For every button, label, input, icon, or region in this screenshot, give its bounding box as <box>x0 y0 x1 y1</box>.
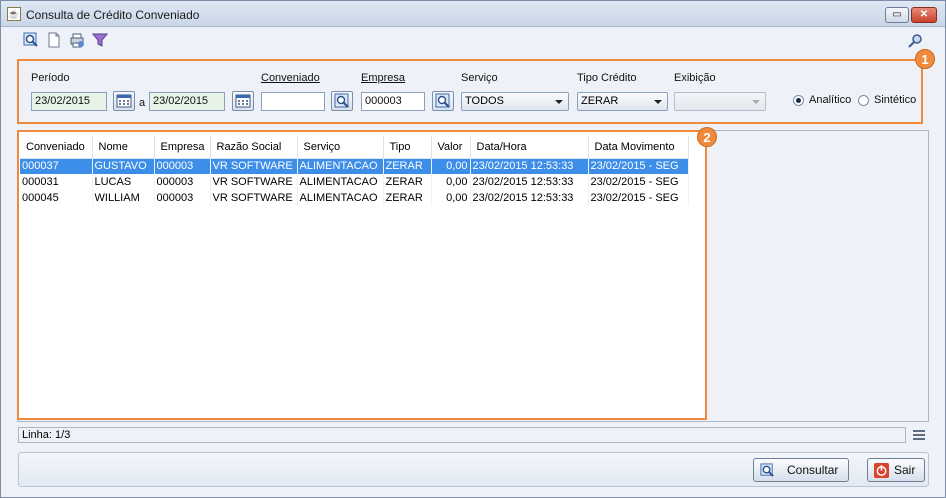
sintetico-radio[interactable] <box>858 95 869 106</box>
key-icon[interactable] <box>907 33 923 49</box>
chevron-down-icon <box>752 100 760 104</box>
restore-button[interactable]: ▭ <box>885 7 909 23</box>
column-header[interactable]: Valor <box>431 136 471 159</box>
table-cell: 0,00 <box>431 190 471 206</box>
panel-badge-2: 2 <box>697 127 717 147</box>
servico-select-value: TODOS <box>465 95 504 107</box>
table-cell: WILLIAM <box>92 190 155 206</box>
servico-select[interactable]: TODOS <box>461 92 569 111</box>
sair-button[interactable]: Sair <box>867 458 925 482</box>
search-icon <box>760 463 774 477</box>
date-from-calendar-button[interactable] <box>113 91 135 111</box>
table-cell: 23/02/2015 - SEG <box>588 158 689 174</box>
table-cell: LUCAS <box>92 174 155 190</box>
column-header[interactable]: Razão Social <box>210 136 298 159</box>
main-window: ☕ Consulta de Crédito Conveniado ▭ ✕ 1 P… <box>0 0 946 498</box>
table-cell: 000003 <box>154 190 211 206</box>
table-cell: 0,00 <box>431 158 471 174</box>
java-app-icon: ☕ <box>7 7 21 21</box>
results-panel: Conveniado Nome Empresa Razão Social Ser… <box>17 130 707 420</box>
date-from-field[interactable]: 23/02/2015 <box>31 92 107 111</box>
status-line: Linha: 1/3 <box>18 427 906 443</box>
calendar-icon <box>235 94 251 108</box>
date-separator: a <box>139 97 146 109</box>
table-row[interactable]: 000045 WILLIAM 000003 VR SOFTWARE ALIMEN… <box>20 190 689 206</box>
consultar-button[interactable]: Consultar <box>753 458 849 482</box>
conveniado-lookup-button[interactable] <box>331 91 353 111</box>
table-cell: 000045 <box>20 190 93 206</box>
periodo-label: Período <box>31 72 70 84</box>
date-to-field[interactable]: 23/02/2015 <box>149 92 225 111</box>
table-cell: VR SOFTWARE <box>210 190 298 206</box>
close-button[interactable]: ✕ <box>911 7 937 23</box>
filter-icon[interactable] <box>92 32 108 48</box>
table-cell: VR SOFTWARE <box>210 174 298 190</box>
chevron-down-icon <box>555 100 563 104</box>
table-cell: GUSTAVO <box>92 158 155 174</box>
power-icon <box>874 463 889 478</box>
table-cell: 23/02/2015 12:53:33 <box>470 174 589 190</box>
tipo-credito-select-value: ZERAR <box>581 95 619 107</box>
sintetico-label: Sintético <box>874 94 917 106</box>
results-table: Conveniado Nome Empresa Razão Social Ser… <box>20 136 689 206</box>
conveniado-field[interactable] <box>261 92 325 111</box>
column-header[interactable]: Conveniado <box>20 136 93 159</box>
column-header[interactable]: Nome <box>92 136 155 159</box>
table-cell: ZERAR <box>383 158 432 174</box>
column-header[interactable]: Data Movimento <box>588 136 689 159</box>
table-cell: ALIMENTACAO <box>297 158 384 174</box>
print-icon[interactable] <box>69 32 85 48</box>
column-header[interactable]: Serviço <box>297 136 384 159</box>
panel-badge-1: 1 <box>915 49 935 69</box>
calendar-icon <box>116 94 132 108</box>
new-document-icon[interactable] <box>46 32 62 48</box>
table-cell: VR SOFTWARE <box>210 158 298 174</box>
window-title: Consulta de Crédito Conveniado <box>26 8 200 22</box>
lookup-icon <box>435 93 450 108</box>
empresa-label: Empresa <box>361 72 406 84</box>
analitico-label: Analítico <box>809 94 852 106</box>
table-row[interactable]: 000031 LUCAS 000003 VR SOFTWARE ALIMENTA… <box>20 174 689 190</box>
column-header[interactable]: Tipo <box>383 136 432 159</box>
chevron-down-icon <box>654 100 662 104</box>
table-cell: 000037 <box>20 158 93 174</box>
search-icon[interactable] <box>23 32 39 48</box>
table-cell: 0,00 <box>431 174 471 190</box>
exibicao-select[interactable] <box>674 92 766 111</box>
menu-icon[interactable] <box>913 430 925 440</box>
table-cell: ALIMENTACAO <box>297 174 384 190</box>
analitico-radio[interactable] <box>793 95 804 106</box>
table-cell: ALIMENTACAO <box>297 190 384 206</box>
title-bar: ☕ Consulta de Crédito Conveniado ▭ ✕ <box>1 1 945 27</box>
table-cell: 23/02/2015 - SEG <box>588 190 689 206</box>
table-cell: 000003 <box>154 158 211 174</box>
conveniado-label: Conveniado <box>261 72 320 84</box>
table-cell: ZERAR <box>383 190 432 206</box>
table-cell: 23/02/2015 - SEG <box>588 174 689 190</box>
table-cell: 23/02/2015 12:53:33 <box>470 190 589 206</box>
date-to-calendar-button[interactable] <box>232 91 254 111</box>
bottom-button-bar: Consultar Sair <box>18 452 929 487</box>
empresa-lookup-button[interactable] <box>432 91 454 111</box>
sair-button-label: Sair <box>894 463 916 477</box>
column-header[interactable]: Empresa <box>154 136 211 159</box>
servico-label: Serviço <box>461 72 498 84</box>
tipo-credito-label: Tipo Crédito <box>577 72 637 84</box>
consultar-button-label: Consultar <box>787 463 839 477</box>
tipo-credito-select[interactable]: ZERAR <box>577 92 668 111</box>
exibicao-label: Exibição <box>674 72 716 84</box>
empresa-field[interactable]: 000003 <box>361 92 425 111</box>
table-header-row: Conveniado Nome Empresa Razão Social Ser… <box>20 136 689 159</box>
table-cell: 000031 <box>20 174 93 190</box>
table-cell: 23/02/2015 12:53:33 <box>470 158 589 174</box>
table-row[interactable]: 000037 GUSTAVO 000003 VR SOFTWARE ALIMEN… <box>20 158 689 174</box>
column-header[interactable]: Data/Hora <box>470 136 589 159</box>
table-cell: 000003 <box>154 174 211 190</box>
lookup-icon <box>334 93 349 108</box>
table-cell: ZERAR <box>383 174 432 190</box>
